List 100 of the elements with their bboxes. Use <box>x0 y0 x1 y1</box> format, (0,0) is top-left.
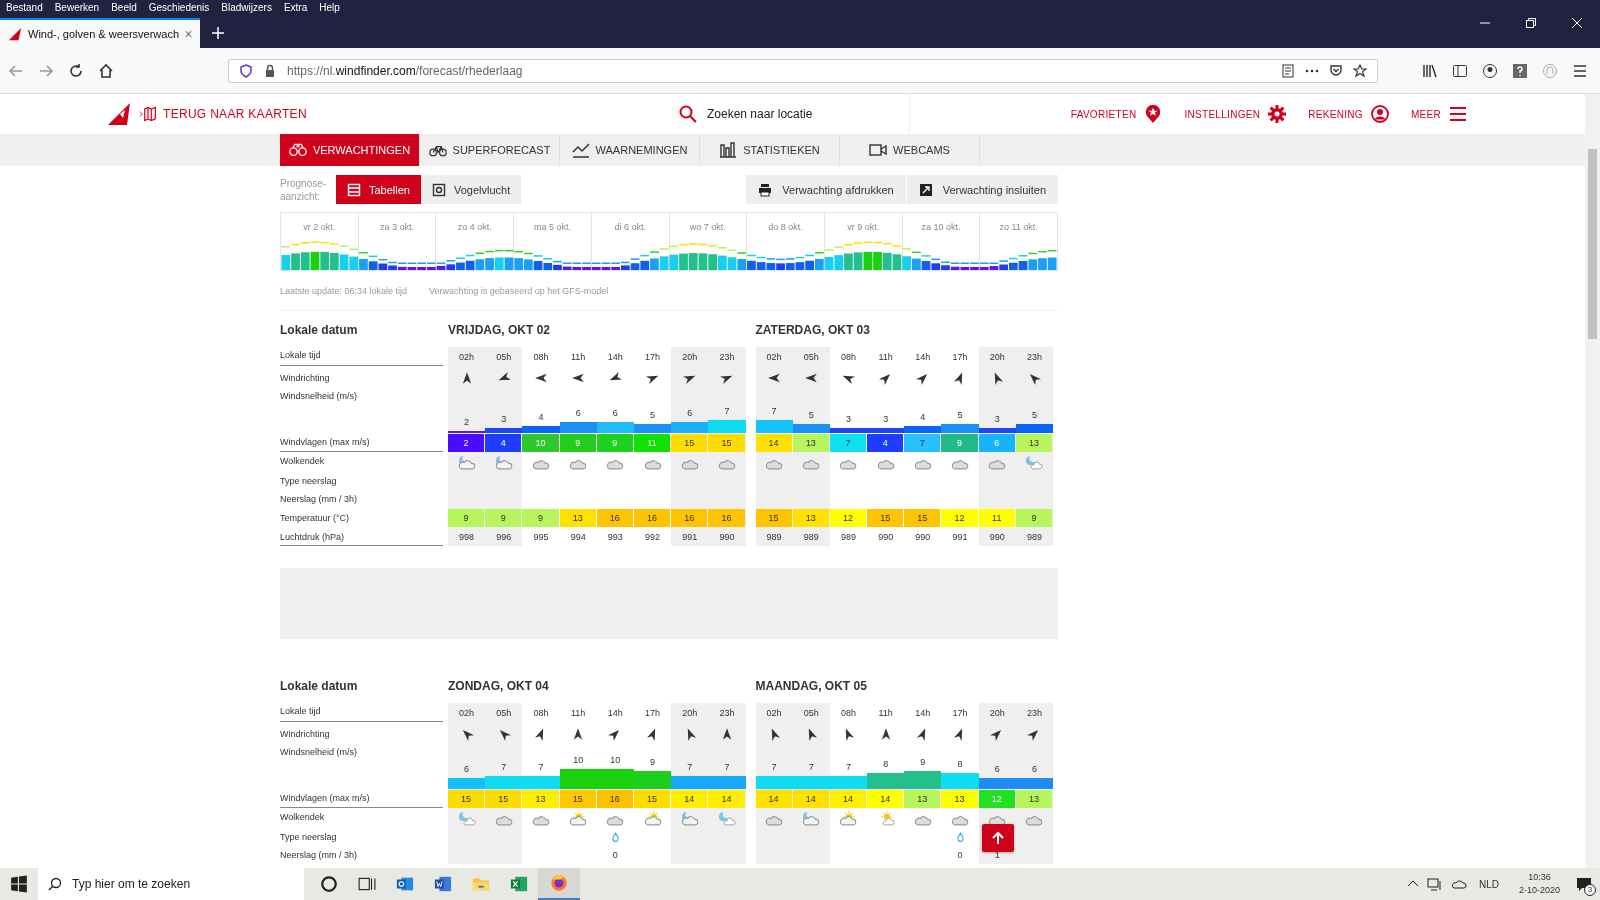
wind-speed-value: 5 <box>807 410 815 420</box>
gust-value: 15 <box>559 789 596 808</box>
header-link[interactable]: REKENING <box>1308 105 1389 123</box>
gust-value: 12 <box>978 789 1015 808</box>
row-heading: Lokale datum <box>280 322 359 339</box>
day-label[interactable]: za 3 okt. <box>380 222 415 232</box>
header-link[interactable]: FAVORIETEN <box>1070 105 1163 123</box>
header-link[interactable]: MEER <box>1410 105 1467 123</box>
temperature-value: 9 <box>522 508 559 527</box>
gust-value: 15 <box>671 433 708 452</box>
menu-item[interactable]: Bewerken <box>54 2 100 13</box>
wind-speed-value: 5 <box>1030 410 1038 420</box>
header-link[interactable]: INSTELLINGEN <box>1184 105 1287 123</box>
clock[interactable]: 10:36 2-10-2020 <box>1518 871 1560 897</box>
temperature-value: 12 <box>941 508 978 527</box>
wind-speed-value: 3 <box>882 414 890 425</box>
day-label[interactable]: wo 7 okt. <box>689 222 726 232</box>
day-label[interactable]: zo 11 okt. <box>999 222 1038 232</box>
temperature-value: 12 <box>829 508 867 527</box>
day-label[interactable]: vr 9 okt. <box>847 222 880 232</box>
menu-item[interactable]: Beeld <box>111 2 137 13</box>
row-label: Wolkendek <box>280 812 325 822</box>
day-label[interactable]: di 6 okt. <box>614 222 646 232</box>
back-link[interactable]: TERUG NAAR KAARTEN <box>139 105 307 123</box>
search-field[interactable]: Zoeken naar locatie <box>705 106 899 122</box>
temperature-value: 16 <box>708 508 745 527</box>
gust-value: 15 <box>448 789 485 808</box>
row-label: Wolkendek <box>280 456 325 466</box>
hour-label: 02h <box>766 352 782 362</box>
wind-speed-value: 6 <box>1030 763 1038 774</box>
hour-label: 23h <box>1026 708 1042 718</box>
action-button[interactable]: Verwachting afdrukken <box>746 175 906 204</box>
menu-item[interactable]: Geschiedenis <box>148 2 210 13</box>
hour-label: 14h <box>915 352 931 362</box>
hour-label: 08h <box>533 708 549 718</box>
temperature-value: 16 <box>633 508 671 527</box>
row-label: Luchtdruk (hPa) <box>280 532 345 542</box>
notification-button[interactable]: 3 <box>1572 872 1596 896</box>
wind-speed-value: 7 <box>844 761 852 772</box>
gust-value: 9 <box>559 433 596 452</box>
pressure-value: 993 <box>607 531 623 542</box>
menu-item[interactable]: Bladwijzers <box>221 2 272 13</box>
day-label[interactable]: ma 5 okt. <box>533 222 571 232</box>
gust-value: 2 <box>448 433 485 452</box>
wind-speed-value: 7 <box>537 761 545 772</box>
wind-speed-value: 6 <box>611 407 619 418</box>
nav-tab[interactable]: WAARNEMINGEN <box>560 134 700 166</box>
row-label: Neerslag (mm / 3h) <box>280 494 358 504</box>
wind-speed-value: 6 <box>686 407 694 418</box>
precipitation-value: 1 <box>994 850 1000 860</box>
gust-value: 15 <box>633 789 671 808</box>
menu-item[interactable]: Help <box>319 2 340 13</box>
row-label: Windrichting <box>280 729 330 739</box>
url-text: https://nl.windfinder.com/forecast/rhederlaag <box>287 63 523 78</box>
nav-tab[interactable]: SUPERFORECAST <box>420 134 560 166</box>
wind-speed-value: 3 <box>500 414 508 425</box>
gust-value: 11 <box>633 433 671 452</box>
pressure-value: 996 <box>496 531 512 542</box>
day-label[interactable]: vr 2 okt. <box>303 222 336 232</box>
nav-tab[interactable]: VERWACHTINGEN <box>280 134 420 166</box>
row-label: Windsnelheid (m/s) <box>280 391 358 401</box>
menu-item[interactable]: Bestand <box>6 2 43 13</box>
hour-label: 14h <box>607 708 623 718</box>
nav-tab[interactable]: STATISTIEKEN <box>700 134 840 166</box>
view-option-button[interactable]: Vogelvlucht <box>421 175 522 204</box>
nav-tab[interactable]: WEBCAMS <box>840 134 980 166</box>
browser-tab[interactable]: Wind-, golven & weersverwach <box>0 18 200 48</box>
pressure-value: 989 <box>1026 531 1042 542</box>
hour-label: 14h <box>607 352 623 362</box>
row-label: Type neerslag <box>280 832 337 842</box>
temperature-value: 9 <box>1015 508 1052 527</box>
language-indicator[interactable]: NLD <box>1478 878 1499 890</box>
day-label[interactable]: za 10 okt. <box>921 222 961 232</box>
hour-label: 17h <box>952 708 968 718</box>
view-option-button[interactable]: Tabellen <box>336 175 421 204</box>
hour-label: 05h <box>496 352 512 362</box>
wind-speed-value: 9 <box>649 757 657 768</box>
hour-label: 02h <box>459 352 475 362</box>
day-title: VRIJDAG, OKT 02 <box>448 323 551 337</box>
pressure-value: 989 <box>803 531 819 542</box>
action-button[interactable]: Verwachting insluiten <box>906 175 1058 204</box>
gust-value: 4 <box>867 433 904 452</box>
taskbar-search-field[interactable]: Typ hier om te zoeken <box>38 868 304 900</box>
address-bar[interactable]: https://nl.windfinder.com/forecast/rhederlaag <box>228 58 1378 83</box>
hour-label: 11h <box>878 352 893 362</box>
menu-item[interactable]: Extra <box>283 2 308 13</box>
hour-label: 17h <box>952 352 968 362</box>
pressure-value: 998 <box>459 531 475 542</box>
temperature-value: 15 <box>755 508 792 527</box>
gust-value: 13 <box>941 789 978 808</box>
day-label[interactable]: do 8 okt. <box>768 222 803 232</box>
pressure-value: 994 <box>570 531 586 542</box>
temperature-value: 16 <box>596 508 633 527</box>
wind-speed-value: 7 <box>723 405 731 416</box>
precipitation-value: 0 <box>612 850 618 860</box>
hour-label: 11h <box>878 708 893 718</box>
day-label[interactable]: zo 4 okt. <box>457 222 492 232</box>
gust-value: 7 <box>829 433 867 452</box>
temperature-value: 13 <box>792 508 829 527</box>
temperature-value: 15 <box>904 508 941 527</box>
